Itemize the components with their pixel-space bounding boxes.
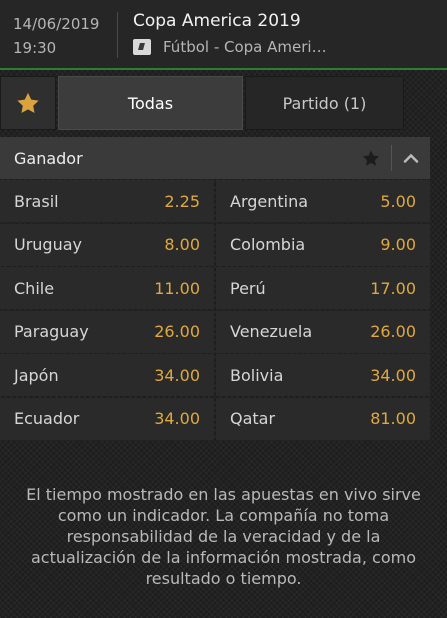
odds-row: Ecuador 34.00 Qatar 81.00 xyxy=(0,397,430,442)
team-name: Brasil xyxy=(14,191,59,211)
odds-grid: Brasil 2.25 Argentina 5.00 Uruguay 8.00 … xyxy=(0,180,430,441)
team-name: Uruguay xyxy=(14,235,82,254)
odds-value: 26.00 xyxy=(370,322,416,341)
selection-button[interactable]: Perú 17.00 xyxy=(216,267,430,309)
live-betting-disclaimer: El tiempo mostrado en las apuestas en vi… xyxy=(26,485,421,588)
selection-button[interactable]: Chile 11.00 xyxy=(0,267,214,309)
market-favorite-button[interactable] xyxy=(351,137,391,179)
football-icon xyxy=(133,39,151,55)
selection-button[interactable]: Qatar 81.00 xyxy=(216,397,430,440)
star-icon xyxy=(17,92,39,113)
event-league-row[interactable]: Fútbol - Copa Ameri… xyxy=(133,38,327,56)
team-name: Japón xyxy=(14,365,59,385)
star-icon xyxy=(362,149,380,166)
market-header[interactable]: Ganador xyxy=(0,137,430,179)
selection-button[interactable]: Colombia 9.00 xyxy=(216,223,430,266)
odds-value: 34.00 xyxy=(154,409,200,428)
event-date: 14/06/2019 xyxy=(13,15,100,33)
odds-value: 81.00 xyxy=(370,409,416,428)
odds-row: Brasil 2.25 Argentina 5.00 xyxy=(0,180,430,224)
odds-row: Japón 34.00 Bolivia 34.00 xyxy=(0,354,430,398)
team-name: Venezuela xyxy=(230,322,313,341)
selection-button[interactable]: Brasil 2.25 xyxy=(0,180,214,222)
team-name: Bolivia xyxy=(230,365,284,385)
event-league: Fútbol - Copa Ameri… xyxy=(163,38,327,56)
odds-value: 17.00 xyxy=(370,278,416,298)
selection-button[interactable]: Bolivia 34.00 xyxy=(216,354,430,396)
selection-button[interactable]: Argentina 5.00 xyxy=(216,180,430,222)
selection-button[interactable]: Uruguay 8.00 xyxy=(0,223,214,266)
event-header: 14/06/2019 19:30 Copa America 2019 Fútbo… xyxy=(0,0,447,70)
odds-value: 34.00 xyxy=(370,365,416,385)
event-title[interactable]: Copa America 2019 xyxy=(133,11,301,31)
team-name: Chile xyxy=(14,278,55,298)
team-name: Ecuador xyxy=(14,409,80,428)
team-name: Qatar xyxy=(230,409,276,428)
chevron-up-icon xyxy=(403,153,419,163)
odds-value: 34.00 xyxy=(154,365,200,385)
tab-match[interactable]: Partido (1) xyxy=(245,76,404,130)
market-title: Ganador xyxy=(14,148,83,168)
event-time: 19:30 xyxy=(13,39,57,57)
selection-button[interactable]: Japón 34.00 xyxy=(0,354,214,396)
odds-value: 8.00 xyxy=(164,235,200,254)
collapse-button[interactable] xyxy=(392,137,430,179)
team-name: Perú xyxy=(230,278,266,298)
odds-value: 2.25 xyxy=(164,191,200,211)
odds-row: Chile 11.00 Perú 17.00 xyxy=(0,267,430,311)
team-name: Argentina xyxy=(230,191,309,211)
selection-button[interactable]: Venezuela 26.00 xyxy=(216,310,430,353)
header-divider xyxy=(117,12,118,58)
odds-value: 11.00 xyxy=(154,278,200,298)
odds-value: 5.00 xyxy=(380,191,416,211)
favorites-button[interactable] xyxy=(0,76,56,130)
selection-button[interactable]: Paraguay 26.00 xyxy=(0,310,214,353)
filter-tabs: Todas Partido (1) xyxy=(0,76,447,130)
odds-value: 9.00 xyxy=(380,235,416,254)
odds-row: Paraguay 26.00 Venezuela 26.00 xyxy=(0,310,430,355)
odds-value: 26.00 xyxy=(154,322,200,341)
tab-all[interactable]: Todas xyxy=(58,76,243,130)
odds-row: Uruguay 8.00 Colombia 9.00 xyxy=(0,223,430,268)
team-name: Colombia xyxy=(230,235,306,254)
team-name: Paraguay xyxy=(14,322,89,341)
selection-button[interactable]: Ecuador 34.00 xyxy=(0,397,214,440)
